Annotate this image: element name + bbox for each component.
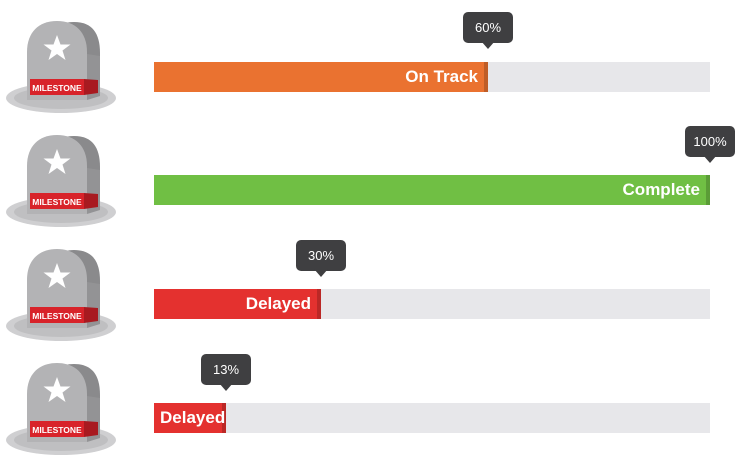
status-label: Complete xyxy=(622,180,700,199)
progress-track: Delayed xyxy=(154,403,710,433)
milestone-row: MILESTONE Complete 100% xyxy=(0,122,739,232)
milestone-row: MILESTONE On Track 60% xyxy=(0,8,739,118)
tombstone-icon: MILESTONE xyxy=(6,135,116,227)
bubble-pointer xyxy=(703,155,717,163)
status-label: Delayed xyxy=(245,294,311,313)
milestone-badge: MILESTONE xyxy=(32,83,82,93)
percent-label: 30% xyxy=(296,240,346,271)
percent-label: 13% xyxy=(201,354,251,385)
milestone-stone: MILESTONE xyxy=(6,8,124,120)
bubble-pointer xyxy=(219,383,233,391)
milestone-stone: MILESTONE xyxy=(6,122,124,234)
tombstone-icon: MILESTONE xyxy=(6,21,116,113)
milestone-row: MILESTONE Delayed 13% xyxy=(0,350,739,460)
percent-bubble: 100% xyxy=(685,126,735,163)
progress-fill-edge xyxy=(484,62,488,92)
progress-fill-edge xyxy=(706,175,710,205)
progress-track: Delayed xyxy=(154,289,710,319)
bubble-pointer xyxy=(481,41,495,49)
percent-bubble: 30% xyxy=(296,240,346,277)
percent-bubble: 60% xyxy=(463,12,513,49)
milestone-stone: MILESTONE xyxy=(6,236,124,348)
milestone-badge: MILESTONE xyxy=(32,311,82,321)
percent-label: 100% xyxy=(685,126,735,157)
bubble-pointer xyxy=(314,269,328,277)
milestone-stone: MILESTONE xyxy=(6,350,124,462)
tombstone-icon: MILESTONE xyxy=(6,249,116,341)
percent-bubble: 13% xyxy=(201,354,251,391)
milestone-badge: MILESTONE xyxy=(32,425,82,435)
status-label: On Track xyxy=(405,67,478,86)
progress-track: Complete xyxy=(154,175,710,205)
tombstone-icon: MILESTONE xyxy=(6,363,116,455)
percent-label: 60% xyxy=(463,12,513,43)
progress-track: On Track xyxy=(154,62,710,92)
status-label: Delayed xyxy=(160,408,226,427)
progress-fill-edge xyxy=(317,289,321,319)
milestone-badge: MILESTONE xyxy=(32,197,82,207)
milestone-row: MILESTONE Delayed 30% xyxy=(0,236,739,346)
